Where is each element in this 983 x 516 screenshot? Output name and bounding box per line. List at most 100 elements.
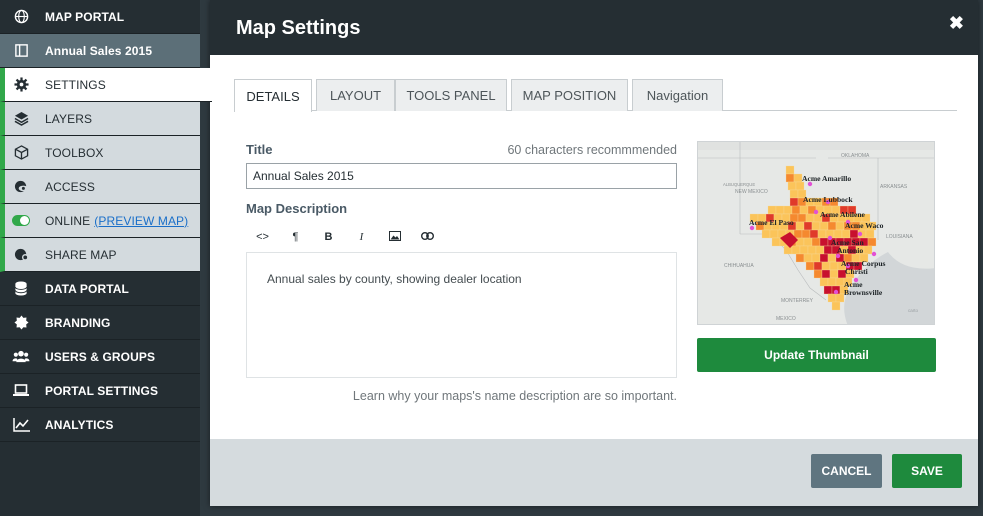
county-cell xyxy=(791,205,801,215)
share-globe-icon xyxy=(12,246,30,264)
nav-label: ONLINE xyxy=(45,213,91,228)
county-cell xyxy=(803,253,813,263)
nav-label: BRANDING xyxy=(45,315,111,330)
nav-label: ACCESS xyxy=(45,179,95,194)
tab-tools-panel[interactable]: TOOLS PANEL xyxy=(395,79,507,111)
sidebar: MAP PORTAL Annual Sales 2015 SETTINGS LA… xyxy=(0,0,212,516)
tab-layout[interactable]: LAYOUT xyxy=(316,79,395,111)
editor-toolbar: <> ¶ B I xyxy=(246,225,476,249)
code-icon: <> xyxy=(256,231,269,243)
italic-button[interactable]: I xyxy=(345,225,378,249)
nav-portal-settings[interactable]: PORTAL SETTINGS xyxy=(0,374,200,408)
nav-project[interactable]: Annual Sales 2015 xyxy=(0,34,200,68)
county-cell xyxy=(827,277,837,287)
map-label-new-mexico: NEW MEXICO xyxy=(735,189,768,195)
users-icon xyxy=(12,348,30,366)
image-icon xyxy=(388,230,401,244)
county-cell xyxy=(795,181,805,191)
county-cell xyxy=(827,253,837,263)
county-cell xyxy=(835,221,845,231)
map-label-monterrey: MONTERREY xyxy=(781,298,814,304)
county-cell xyxy=(867,237,877,247)
description-editor[interactable]: Annual sales by county, showing dealer l… xyxy=(246,252,677,378)
code-view-button[interactable]: <> xyxy=(246,225,279,249)
county-cell xyxy=(841,229,851,239)
nav-users-groups[interactable]: USERS & GROUPS xyxy=(0,340,200,374)
close-button[interactable]: ✖ xyxy=(949,13,964,34)
tab-map-position[interactable]: MAP POSITION xyxy=(511,79,628,111)
nav-label: SETTINGS xyxy=(45,77,106,92)
link-button[interactable] xyxy=(411,225,444,249)
county-cell xyxy=(835,293,845,303)
nav-branding[interactable]: BRANDING xyxy=(0,306,200,340)
learn-text: Learn why your maps's name description a… xyxy=(352,389,677,403)
county-cell xyxy=(785,165,795,175)
map-label-chihuahua: CHIHUAHUA xyxy=(724,263,754,269)
cube-icon xyxy=(12,144,30,162)
county-cell xyxy=(767,205,777,215)
map-label-corpus-2: Christi xyxy=(845,267,868,276)
map-attribution: carto xyxy=(908,308,919,313)
map-label-albuquerque: ALBUQUERQUE xyxy=(723,182,755,187)
nav-label: LAYERS xyxy=(45,111,93,126)
bold-button[interactable]: B xyxy=(312,225,345,249)
county-cell xyxy=(787,181,797,191)
globe-icon xyxy=(12,8,30,26)
map-label-san-antonio-2: Antonio xyxy=(837,246,863,255)
county-cell xyxy=(829,261,839,271)
county-cell xyxy=(795,237,805,247)
county-cell xyxy=(849,229,859,239)
county-cell xyxy=(813,261,823,271)
county-cell xyxy=(827,293,837,303)
county-cell xyxy=(801,229,811,239)
gear-icon xyxy=(12,76,30,94)
nav-online[interactable]: ONLINE (PREVIEW MAP) xyxy=(0,204,200,238)
county-cell xyxy=(793,173,803,183)
county-cell xyxy=(823,245,833,255)
county-cell xyxy=(819,221,829,231)
county-cell xyxy=(827,221,837,231)
update-thumbnail-button[interactable]: Update Thumbnail xyxy=(697,338,936,372)
map-label-arkansas: ARKANSAS xyxy=(880,184,908,190)
laptop-icon xyxy=(12,382,30,400)
nav-share-map[interactable]: SHARE MAP xyxy=(0,238,200,272)
county-cell xyxy=(789,197,799,207)
county-cell xyxy=(811,253,821,263)
county-cell xyxy=(821,269,831,279)
modal-title: Map Settings xyxy=(236,17,361,39)
title-input[interactable] xyxy=(246,163,677,189)
nav-access[interactable]: ACCESS xyxy=(0,170,200,204)
toggle-icon[interactable] xyxy=(12,212,30,230)
map-label-el-paso: Acme El Paso xyxy=(749,218,794,227)
nav-toolbox[interactable]: TOOLBOX xyxy=(0,136,200,170)
preview-map-link[interactable]: (PREVIEW MAP) xyxy=(94,214,188,228)
county-cell xyxy=(831,301,841,311)
nav-analytics[interactable]: ANALYTICS xyxy=(0,408,200,442)
eye-globe-icon xyxy=(12,178,30,196)
map-label-louisiana: LOUISIANA xyxy=(886,234,913,240)
county-cell xyxy=(811,237,821,247)
badge-icon xyxy=(12,314,30,332)
tab-bar: DETAILS LAYOUT TOOLS PANEL MAP POSITION … xyxy=(234,79,957,112)
tab-details[interactable]: DETAILS xyxy=(234,79,312,112)
county-cell xyxy=(769,229,779,239)
image-button[interactable] xyxy=(378,225,411,249)
bold-icon: B xyxy=(324,231,333,243)
map-label-lubbock: Acme Lubbock xyxy=(803,195,853,204)
cancel-button[interactable]: CANCEL xyxy=(811,454,882,488)
nav-map-portal[interactable]: MAP PORTAL xyxy=(0,0,200,34)
dealer-location-dot xyxy=(857,231,863,237)
county-cell xyxy=(783,205,793,215)
map-label-abilene: Acme Abilene xyxy=(820,210,866,219)
dealer-location-dot xyxy=(813,209,819,215)
county-cell xyxy=(817,229,827,239)
save-button[interactable]: SAVE xyxy=(892,454,962,488)
nav-data-portal[interactable]: DATA PORTAL xyxy=(0,272,200,306)
county-cell xyxy=(803,221,813,231)
nav-settings[interactable]: SETTINGS xyxy=(0,68,212,102)
county-cell xyxy=(819,253,829,263)
map-label-mexico: MEXICO xyxy=(776,316,796,322)
paragraph-button[interactable]: ¶ xyxy=(279,225,312,249)
nav-layers[interactable]: LAYERS xyxy=(0,102,200,136)
tab-navigation[interactable]: Navigation xyxy=(632,79,723,111)
